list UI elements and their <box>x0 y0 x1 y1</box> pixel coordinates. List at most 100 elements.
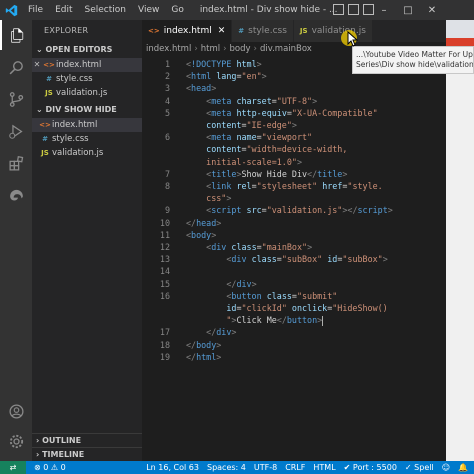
code-token: http-equiv <box>236 107 287 118</box>
tab-index-html[interactable]: <> index.html ✕ <box>142 20 233 42</box>
code-token: div <box>211 242 227 252</box>
code-line[interactable]: id="clickId" onclick="HideShow() <box>142 302 446 314</box>
code-token: ></ <box>342 205 358 216</box>
line-number: 2 <box>164 71 170 82</box>
code-text: </body> <box>186 339 221 351</box>
search-icon[interactable] <box>0 52 32 82</box>
file-item-style[interactable]: # style.css <box>32 132 142 146</box>
close-icon[interactable]: ✕ <box>218 26 226 36</box>
code-line[interactable]: 13 <div class="subBox" id="subBox"> <box>142 253 446 265</box>
chevron-right-icon: › <box>223 44 227 54</box>
menu-edit[interactable]: Edit <box>49 5 78 15</box>
code-token: title <box>211 168 237 179</box>
menu-selection[interactable]: Selection <box>79 5 132 15</box>
code-line[interactable]: 15 </div> <box>142 278 446 290</box>
js-file-icon: JS <box>299 27 308 35</box>
run-debug-icon[interactable] <box>0 116 32 146</box>
code-token: > <box>382 254 388 265</box>
menu-view[interactable]: View <box>132 5 165 15</box>
timeline-section[interactable]: › TIMELINE <box>32 447 142 461</box>
feedback-icon[interactable]: ☺ <box>442 461 450 474</box>
file-label: style.css <box>52 134 89 144</box>
code-line[interactable]: 16 <button class="submit" <box>142 290 446 302</box>
tab-style-css[interactable]: # style.css <box>232 20 294 42</box>
toggle-panel-icon[interactable] <box>348 4 359 15</box>
explorer-icon[interactable] <box>0 20 32 50</box>
menu-file[interactable]: File <box>22 5 49 15</box>
code-line[interactable]: css"> <box>142 192 446 204</box>
outline-section[interactable]: › OUTLINE <box>32 433 142 447</box>
code-line[interactable]: 14 <box>142 265 446 277</box>
account-icon[interactable] <box>0 396 32 426</box>
code-token: body <box>196 339 217 350</box>
code-token: script <box>357 205 388 216</box>
extensions-icon[interactable] <box>0 148 32 178</box>
close-window-icon[interactable]: ✕ <box>420 0 444 20</box>
toggle-sidebar-icon[interactable] <box>333 4 344 15</box>
code-line[interactable]: 18 </body> <box>142 339 446 351</box>
errors-icon[interactable]: ⊗ 0 ⚠ 0 <box>34 461 66 474</box>
open-editor-label: style.css <box>56 74 93 84</box>
code-token: script <box>211 205 242 216</box>
open-editor-item-style[interactable]: # style.css <box>32 72 142 86</box>
code-line[interactable]: 11 <body> <box>142 229 446 241</box>
code-line[interactable]: 9 <script src="validation.js"></script> <box>142 204 446 216</box>
open-editors-section[interactable]: ⌄ OPEN EDITORS <box>32 42 142 58</box>
code-line[interactable]: 6 <meta name="viewport" <box>142 131 446 143</box>
open-editor-item-index[interactable]: ✕ <> index.html <box>32 58 142 72</box>
remote-indicator-icon[interactable]: ⇄ <box>0 461 26 474</box>
maximize-icon[interactable]: □ <box>396 0 420 20</box>
breadcrumb-item[interactable]: index.html <box>146 44 191 54</box>
live-server-port[interactable]: ✔ Port : 5500 <box>344 461 397 474</box>
close-icon[interactable]: ✕ <box>32 58 42 72</box>
line-number: 8 <box>164 181 170 191</box>
source-control-icon[interactable] <box>0 84 32 114</box>
line-ending[interactable]: CRLF <box>285 461 305 474</box>
folder-section[interactable]: ⌄ DIV SHOW HIDE <box>32 102 142 118</box>
code-token: "clickId" <box>241 303 287 313</box>
file-item-index[interactable]: <> index.html <box>32 118 142 132</box>
code-line[interactable]: 19 </html> <box>142 351 446 363</box>
code-line[interactable]: 7 <title>Show Hide Div</title> <box>142 168 446 180</box>
code-line[interactable]: content="width=device-width, <box>142 143 446 155</box>
open-editor-item-validation[interactable]: JS validation.js <box>32 86 142 100</box>
code-line[interactable]: 12 <div class="mainBox"> <box>142 241 446 253</box>
port-label: Port : 5500 <box>352 463 397 472</box>
minimize-icon[interactable]: – <box>372 0 396 20</box>
js-file-icon: JS <box>45 89 53 97</box>
edge-devtools-icon[interactable] <box>0 180 32 210</box>
code-line[interactable]: content="IE-edge"> <box>142 119 446 131</box>
code-token: Click Me <box>236 315 277 326</box>
language-mode[interactable]: HTML <box>313 461 335 474</box>
tab-label: style.css <box>248 26 287 36</box>
cursor-position[interactable]: Ln 16, Col 63 <box>146 461 199 474</box>
editor-tab-bar: <> index.html ✕ # style.css JS validatio… <box>142 20 446 42</box>
code-line[interactable]: 10 </head> <box>142 217 446 229</box>
code-line[interactable]: 17 </div> <box>142 326 446 338</box>
encoding[interactable]: UTF-8 <box>254 461 277 474</box>
spell-check[interactable]: ✓ Spell <box>405 461 434 474</box>
code-token: css" <box>206 193 227 204</box>
code-text: <!DOCTYPE html> <box>186 58 262 70</box>
notifications-icon[interactable]: 🔔 <box>458 461 468 474</box>
indentation[interactable]: Spaces: 4 <box>207 461 246 474</box>
file-item-validation[interactable]: JS validation.js <box>32 146 142 160</box>
code-line[interactable]: ">Click Me</button> <box>142 314 446 326</box>
code-line[interactable]: initial-scale=1.0"> <box>142 156 446 168</box>
code-line[interactable]: 4 <meta charset="UTF-8"> <box>142 95 446 107</box>
code-token: charset <box>236 95 272 106</box>
breadcrumb-item[interactable]: html <box>201 44 220 54</box>
manage-gear-icon[interactable] <box>0 426 32 456</box>
code-line[interactable]: 3 <head> <box>142 82 446 94</box>
code-line[interactable]: 8 <link rel="stylesheet" href="style. <box>142 180 446 192</box>
breadcrumb-item[interactable]: body <box>230 44 251 54</box>
breadcrumb-item[interactable]: div.mainBox <box>260 44 312 54</box>
code-line[interactable]: 5 <meta http-equiv="X-UA-Compatible" <box>142 107 446 119</box>
code-token: > <box>256 59 262 69</box>
code-editor[interactable]: 1 <!DOCTYPE html> 2 <html lang="en"> 3 <head>… <box>142 56 446 461</box>
menu-go[interactable]: Go <box>165 5 189 15</box>
